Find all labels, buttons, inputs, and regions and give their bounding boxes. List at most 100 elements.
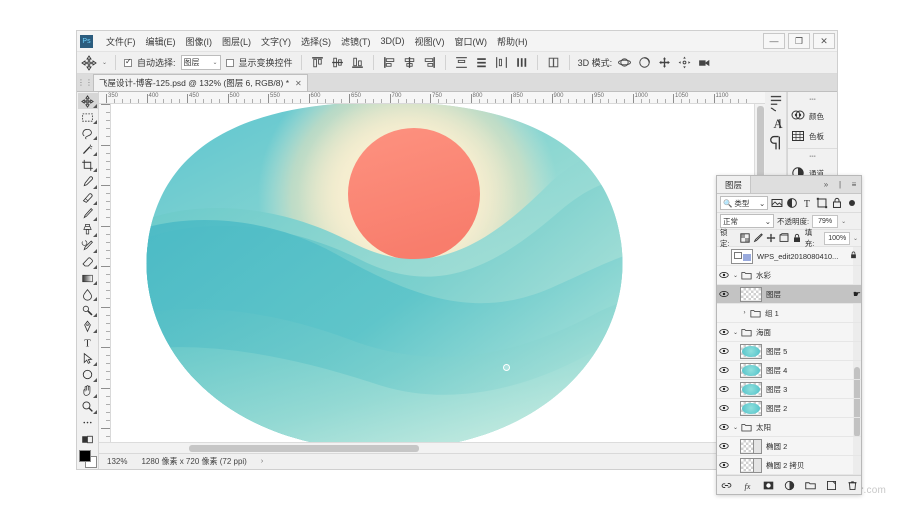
chevron-right-icon[interactable]: › (740, 310, 749, 316)
edit-toolbar[interactable] (78, 415, 98, 431)
layer-row[interactable]: 椭圆 2 (717, 437, 861, 456)
layer-row[interactable]: ⌄海面 (717, 323, 861, 342)
layer-visibility-eye-icon[interactable] (717, 384, 731, 394)
pen-tool[interactable] (78, 318, 98, 334)
new-group-icon[interactable] (805, 480, 816, 491)
menu-item-window[interactable]: 窗口(W) (450, 33, 493, 50)
zoom-tool[interactable] (78, 399, 98, 415)
status-expand-arrow-icon[interactable]: › (261, 458, 263, 465)
layer-visibility-eye-icon[interactable] (717, 441, 731, 451)
eraser-tool[interactable] (78, 254, 98, 270)
eyedropper-tool[interactable] (78, 173, 98, 189)
layer-visibility-eye-icon[interactable] (717, 327, 731, 337)
artwork-canvas[interactable] (121, 104, 648, 442)
layer-row[interactable]: 图层☛ (717, 285, 861, 304)
chevron-down-icon[interactable]: ⌄ (731, 272, 740, 279)
layer-thumbnail[interactable] (740, 287, 762, 302)
collapse-panel-icon[interactable]: » (819, 176, 833, 193)
pan-3d-icon[interactable] (657, 55, 672, 70)
lock-position-icon[interactable] (766, 233, 776, 244)
character-panel-icon[interactable]: A (767, 114, 785, 132)
layer-row[interactable]: 图层 5 (717, 342, 861, 361)
move-tool[interactable] (78, 93, 98, 109)
filter-pixel-icon[interactable] (771, 196, 783, 210)
crop-tool[interactable] (78, 157, 98, 173)
layer-thumbnail[interactable] (740, 401, 762, 416)
lock-all-icon[interactable] (792, 233, 802, 244)
menu-item-layer[interactable]: 图层(L) (217, 33, 256, 50)
rectangular-marquee-tool[interactable] (78, 109, 98, 125)
layers-panel[interactable]: 图层 » | ≡ 🔍 类型 ⌄ T (716, 175, 862, 495)
document-tab[interactable]: 飞屋设计-博客-125.psd @ 132% (图层 6, RGB/8) * ✕ (93, 74, 308, 91)
layer-thumbnail[interactable] (740, 363, 762, 378)
panel-collapse-caret-icon[interactable]: ▪▪▪ (788, 151, 837, 163)
paragraph-panel-icon[interactable] (767, 134, 785, 152)
color-swatches[interactable] (78, 450, 98, 469)
menu-item-edit[interactable]: 编辑(E) (141, 33, 181, 50)
fill-caret-icon[interactable]: ⌄ (853, 235, 858, 242)
type-tool[interactable]: T (78, 334, 98, 350)
gradient-tool[interactable] (78, 270, 98, 286)
layer-filter-type-dropdown[interactable]: 🔍 类型 ⌄ (720, 196, 768, 210)
distribute-left-icon[interactable] (514, 55, 529, 70)
history-brush-tool[interactable] (78, 238, 98, 254)
scrollbar-thumb[interactable] (189, 445, 419, 452)
distribute-bottom-icon[interactable] (494, 55, 509, 70)
vertical-ruler[interactable] (99, 104, 111, 442)
opacity-caret-icon[interactable]: ⌄ (841, 218, 846, 225)
camera-3d-icon[interactable] (697, 55, 712, 70)
hand-tool[interactable] (78, 383, 98, 399)
layer-row[interactable]: 图层 4 (717, 361, 861, 380)
orbit-3d-icon[interactable] (617, 55, 632, 70)
menu-item-3d[interactable]: 3D(D) (376, 34, 410, 48)
layer-thumbnail[interactable] (731, 249, 753, 264)
layer-visibility-eye-icon[interactable] (717, 403, 731, 413)
align-horizontal-centers-icon[interactable] (402, 55, 417, 70)
chevron-down-icon[interactable]: ⌄ (731, 424, 740, 431)
lasso-tool[interactable] (78, 125, 98, 141)
dock-item-swatches[interactable]: 色板 (788, 126, 837, 146)
layer-row[interactable]: WPS_edit2018080410... (717, 247, 861, 266)
quick-mask-mode[interactable] (78, 431, 98, 447)
layer-thumbnail[interactable] (740, 382, 762, 397)
layer-row[interactable]: ⌄太阳 (717, 418, 861, 437)
dock-item-color[interactable]: 颜色 (788, 106, 837, 126)
layer-thumbnail[interactable] (740, 458, 762, 473)
dodge-tool[interactable] (78, 302, 98, 318)
auto-select-scope-dropdown[interactable]: 图层 ⌄ (181, 55, 221, 70)
filter-smart-object-icon[interactable] (831, 196, 843, 210)
opacity-value[interactable]: 79% (812, 215, 838, 228)
link-layers-icon[interactable] (721, 480, 732, 491)
layer-row[interactable]: ⌄水彩 (717, 266, 861, 285)
layer-thumbnail[interactable] (740, 344, 762, 359)
menu-item-file[interactable]: 文件(F) (101, 33, 141, 50)
menu-item-image[interactable]: 图像(I) (181, 33, 218, 50)
canvas-viewport[interactable] (111, 104, 754, 442)
panel-menu-icon[interactable]: ≡ (847, 176, 861, 193)
layer-visibility-eye-icon[interactable] (717, 422, 731, 432)
menu-item-filter[interactable]: 滤镜(T) (336, 33, 376, 50)
distribute-top-icon[interactable] (454, 55, 469, 70)
tab-layers[interactable]: 图层 (717, 176, 751, 193)
menu-item-view[interactable]: 视图(V) (410, 33, 450, 50)
filter-type-icon[interactable]: T (801, 196, 813, 210)
move-tool-icon[interactable] (81, 55, 97, 71)
clone-stamp-tool[interactable] (78, 222, 98, 238)
ellipse-tool[interactable] (78, 367, 98, 383)
minimize-button[interactable]: — (763, 33, 785, 49)
spot-healing-brush-tool[interactable] (78, 190, 98, 206)
lock-image-pixels-icon[interactable] (753, 233, 763, 244)
more-options-icon[interactable] (546, 55, 561, 70)
layer-style-fx-icon[interactable]: fx (742, 480, 753, 491)
foreground-color-swatch[interactable] (79, 450, 91, 462)
align-left-edges-icon[interactable] (382, 55, 397, 70)
layer-thumbnail[interactable] (740, 439, 762, 454)
new-layer-icon[interactable] (826, 480, 837, 491)
layer-visibility-eye-icon[interactable] (717, 365, 731, 375)
canvas-horizontal-scrollbar[interactable] (99, 442, 765, 453)
lock-transparent-pixels-icon[interactable] (740, 233, 750, 244)
close-button[interactable]: ✕ (813, 33, 835, 49)
zoom-level[interactable]: 132% (107, 457, 127, 466)
panel-collapse-caret-icon[interactable]: ▪▪▪ (788, 94, 837, 106)
filter-shape-icon[interactable] (816, 196, 828, 210)
